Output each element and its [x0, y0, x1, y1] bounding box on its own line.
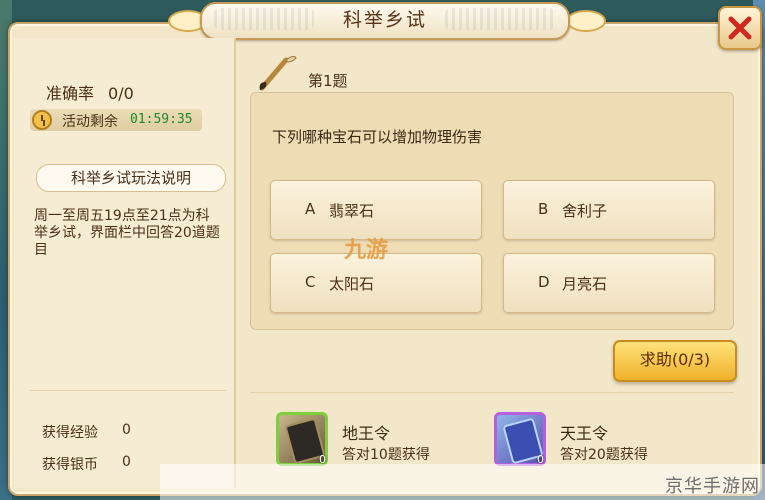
- title-ornament-right: [566, 10, 606, 32]
- option-b-button[interactable]: B 舍利子: [503, 180, 715, 240]
- token-scroll-icon[interactable]: 0: [494, 412, 546, 466]
- reward-item-tianwangling: 0 天王令 答对20题获得: [494, 412, 694, 472]
- accuracy-row: 准确率 0/0: [46, 80, 134, 104]
- timer-label: 活动剩余: [62, 114, 118, 130]
- close-button[interactable]: [718, 6, 762, 50]
- reward-name: 地王令: [342, 424, 391, 443]
- question-text: 下列哪种宝石可以增加物理伤害: [272, 128, 483, 146]
- rules-text: 周一至周五19点至21点为科举乡试，界面栏中回答20道题目: [34, 208, 220, 258]
- question-number: 第1题: [308, 72, 348, 90]
- reward-desc: 答对10题获得: [342, 447, 430, 463]
- option-a-button[interactable]: A 翡翠石: [270, 180, 482, 240]
- jiuyou-logo-watermark: 九游: [344, 238, 389, 263]
- close-icon: [728, 16, 752, 40]
- exp-value: 0: [122, 422, 131, 438]
- activity-timer: 活动剩余 01:59:35: [30, 109, 202, 131]
- stopwatch-icon: [32, 110, 52, 130]
- reward-item-diwangling: 0 地王令 答对10题获得: [276, 412, 476, 472]
- exp-label: 获得经验: [42, 425, 98, 441]
- brush-icon: [259, 55, 297, 91]
- silver-row: 获得银币 0: [42, 454, 131, 474]
- timer-value: 01:59:35: [130, 112, 193, 127]
- reward-name: 天王令: [560, 424, 609, 443]
- option-d-button[interactable]: D 月亮石: [503, 253, 715, 313]
- accuracy-value: 0/0: [108, 84, 134, 103]
- option-text: 舍利子: [562, 202, 608, 220]
- option-letter: C: [305, 273, 316, 291]
- left-panel: [14, 38, 236, 488]
- option-letter: A: [305, 200, 316, 218]
- option-text: 月亮石: [562, 275, 608, 293]
- divider: [30, 390, 226, 391]
- option-text: 翡翠石: [329, 202, 375, 220]
- exp-row: 获得经验 0: [42, 422, 131, 442]
- window-title: 科举乡试: [342, 9, 427, 31]
- option-letter: B: [538, 200, 549, 218]
- silver-value: 0: [122, 454, 131, 470]
- accuracy-label: 准确率: [46, 84, 95, 103]
- token-scroll-icon[interactable]: 0: [276, 412, 328, 466]
- help-button[interactable]: 求助(0/3): [613, 340, 737, 382]
- option-letter: D: [538, 273, 550, 291]
- reward-desc: 答对20题获得: [560, 447, 648, 463]
- silver-label: 获得银币: [42, 457, 98, 473]
- site-watermark: 京华手游网: [665, 476, 760, 497]
- option-text: 太阳石: [329, 275, 375, 293]
- rules-title: 科举乡试玩法说明: [36, 164, 226, 192]
- divider: [250, 392, 734, 393]
